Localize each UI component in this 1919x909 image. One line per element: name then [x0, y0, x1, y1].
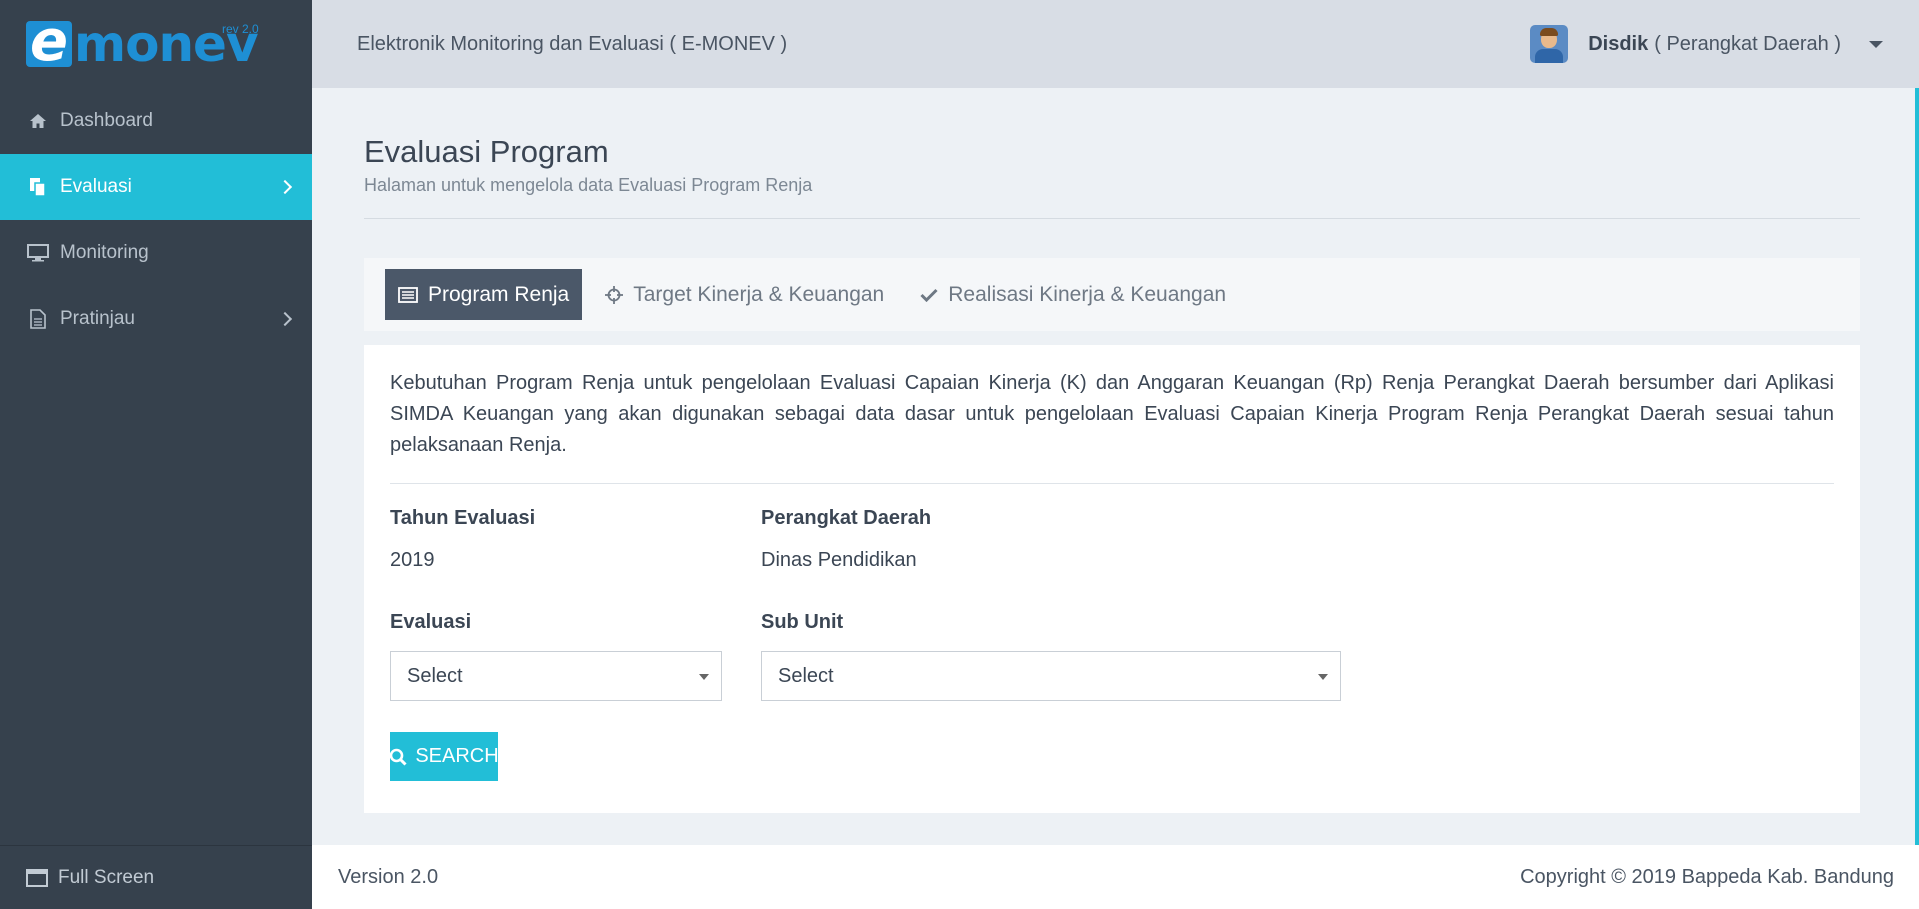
- window-icon: [26, 868, 48, 887]
- app-title: Elektronik Monitoring dan Evaluasi ( E-M…: [357, 32, 788, 55]
- sidebar-item-evaluasi[interactable]: Evaluasi: [0, 154, 312, 220]
- footer: Version 2.0 Copyright © 2019 Bappeda Kab…: [312, 845, 1919, 909]
- tab-label: Realisasi Kinerja & Keuangan: [948, 282, 1227, 306]
- chevron-right-icon: [277, 179, 293, 195]
- caret-down-icon: [1869, 40, 1883, 48]
- tab-realisasi-kinerja[interactable]: Realisasi Kinerja & Keuangan: [907, 269, 1239, 320]
- divider: [390, 483, 1834, 484]
- logo-version: rev 2.0: [222, 22, 259, 36]
- sub-unit-label: Sub Unit: [761, 611, 844, 633]
- copyright-text: Copyright © 2019 Bappeda Kab. Bandung: [1520, 865, 1894, 888]
- sidebar-item-monitoring[interactable]: Monitoring: [0, 220, 312, 286]
- avatar: [1530, 25, 1569, 63]
- sub-unit-select-value: Select: [778, 664, 834, 687]
- perangkat-daerah-label: Perangkat Daerah: [761, 507, 932, 529]
- app-logo[interactable]: e monev rev 2.0: [0, 0, 312, 88]
- tahun-evaluasi-label: Tahun Evaluasi: [390, 507, 536, 529]
- user-name: Disdik: [1588, 32, 1649, 55]
- search-icon: [389, 748, 407, 766]
- monitor-icon: [26, 243, 50, 263]
- sidebar-item-label: Pratinjau: [60, 308, 135, 329]
- evaluasi-label: Evaluasi: [390, 611, 472, 633]
- divider: [364, 218, 1860, 219]
- tab-bar: Program Renja Target Kinerja & Keuangan …: [364, 258, 1860, 331]
- sidebar-item-pratinjau[interactable]: Pratinjau: [0, 286, 312, 352]
- user-role: ( Perangkat Daerah ): [1654, 32, 1841, 55]
- tab-label: Target Kinerja & Keuangan: [633, 282, 885, 306]
- sub-unit-select[interactable]: Select: [761, 651, 1341, 701]
- sidebar-item-label: Dashboard: [60, 110, 153, 131]
- tahun-evaluasi-value: 2019: [390, 549, 435, 571]
- chevron-right-icon: [277, 311, 293, 327]
- perangkat-daerah-value: Dinas Pendidikan: [761, 549, 917, 571]
- top-bar: Elektronik Monitoring dan Evaluasi ( E-M…: [312, 0, 1919, 88]
- evaluasi-select[interactable]: Select: [390, 651, 722, 701]
- logo-mark: e: [26, 14, 72, 70]
- list-icon: [398, 286, 418, 303]
- copy-icon: [26, 177, 50, 197]
- sidebar: e monev rev 2.0 Dashboard Evaluasi Monit…: [0, 0, 312, 909]
- page-subtitle: Halaman untuk mengelola data Evaluasi Pr…: [364, 175, 813, 195]
- version-text: Version 2.0: [338, 865, 439, 888]
- fullscreen-button[interactable]: Full Screen: [0, 845, 312, 909]
- accent-line: [1915, 88, 1919, 845]
- dropdown-arrow-icon: [699, 674, 709, 680]
- search-button[interactable]: SEARCH: [389, 732, 499, 781]
- page-title: Evaluasi Program: [364, 134, 609, 169]
- evaluasi-select-value: Select: [407, 664, 463, 687]
- tab-label: Program Renja: [428, 282, 570, 306]
- file-icon: [26, 309, 50, 329]
- evaluasi-card: Kebutuhan Program Renja untuk pengelolaa…: [364, 345, 1860, 813]
- search-button-label: SEARCH: [415, 745, 499, 767]
- description: Kebutuhan Program Renja untuk pengelolaa…: [390, 372, 1834, 456]
- dropdown-arrow-icon: [1318, 674, 1328, 680]
- tab-target-kinerja[interactable]: Target Kinerja & Keuangan: [592, 269, 897, 320]
- user-menu[interactable]: Disdik ( Perangkat Daerah ): [1530, 0, 1883, 88]
- tab-program-renja[interactable]: Program Renja: [385, 269, 583, 320]
- fullscreen-label: Full Screen: [58, 866, 155, 888]
- crosshair-icon: [605, 285, 624, 304]
- sidebar-item-label: Evaluasi: [60, 176, 132, 197]
- home-icon: [26, 111, 50, 131]
- check-icon: [920, 288, 938, 302]
- sidebar-item-dashboard[interactable]: Dashboard: [0, 88, 312, 154]
- sidebar-item-label: Monitoring: [60, 242, 149, 263]
